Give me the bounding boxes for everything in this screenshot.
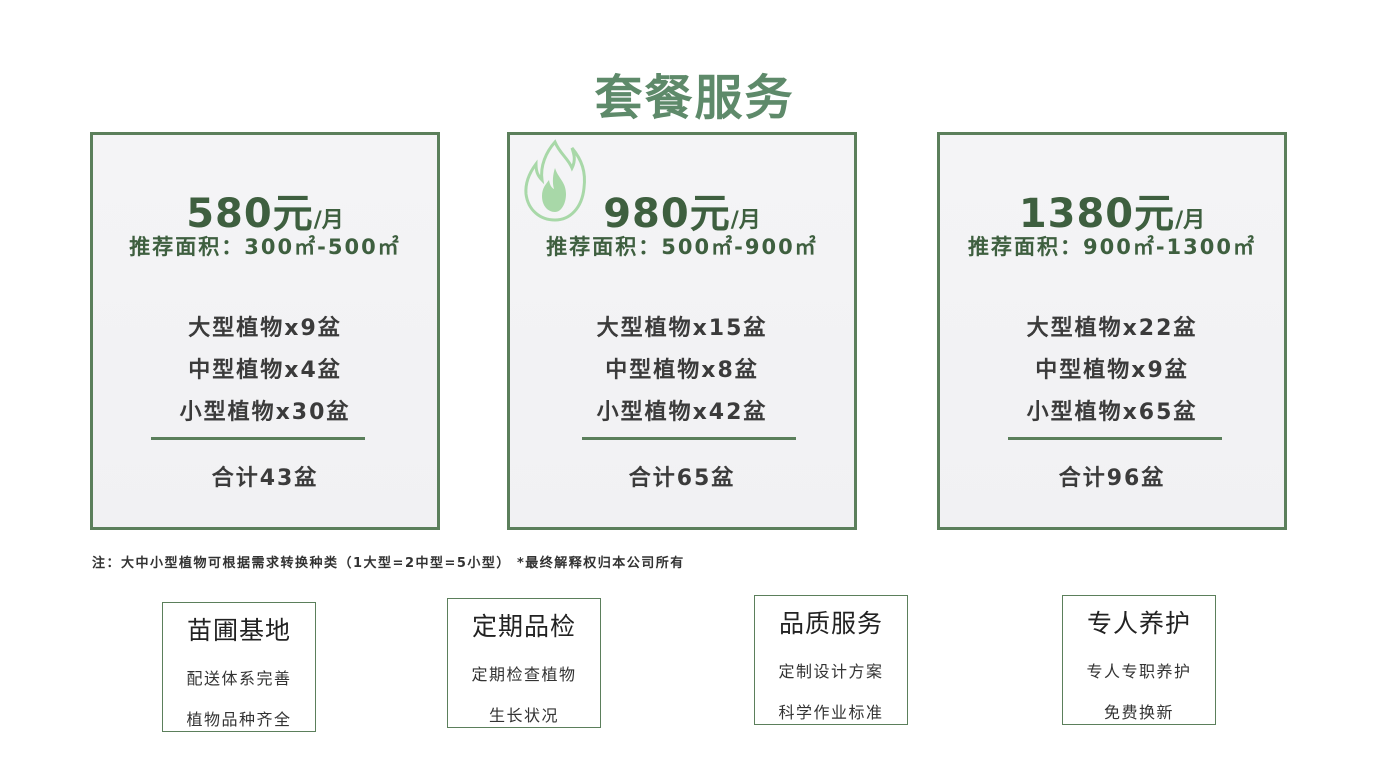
large-plants: 大型植物x22盆: [1026, 316, 1198, 341]
recommended-area: 推荐面积：300㎡-500㎡: [129, 235, 401, 259]
price-unit: /月: [1175, 208, 1206, 233]
feature-title: 定期品检: [471, 612, 576, 641]
plant-total: 合计43盆: [211, 466, 319, 491]
feature-quality-service: 品质服务 定制设计方案 科学作业标准: [754, 595, 908, 725]
feature-line: 科学作业标准: [778, 703, 884, 722]
plan-card-980[interactable]: 980元/月 推荐面积：500㎡-900㎡ 大型植物x15盆 中型植物x8盆 小…: [507, 132, 857, 530]
feature-line: 植物品种齐全: [186, 710, 292, 729]
price-unit: /月: [313, 208, 344, 233]
plant-total: 合计65盆: [628, 466, 736, 491]
small-plants: 小型植物x30盆: [179, 400, 351, 425]
medium-plants: 中型植物x4盆: [188, 358, 342, 383]
plan-card-1380[interactable]: 1380元/月 推荐面积：900㎡-1300㎡ 大型植物x22盆 中型植物x9盆…: [937, 132, 1287, 530]
page-title: 套餐服务: [594, 70, 795, 126]
plant-total: 合计96盆: [1058, 466, 1166, 491]
small-plants: 小型植物x65盆: [1026, 400, 1198, 425]
feature-nursery-base: 苗圃基地 配送体系完善 植物品种齐全: [162, 602, 316, 732]
feature-line: 定期检查植物: [471, 665, 577, 684]
feature-line: 免费换新: [1103, 703, 1174, 722]
feature-title: 专人养护: [1086, 609, 1191, 638]
plan-card-580[interactable]: 580元/月 推荐面积：300㎡-500㎡ 大型植物x9盆 中型植物x4盆 小型…: [90, 132, 440, 530]
feature-line: 生长状况: [488, 706, 559, 725]
feature-dedicated-care: 专人养护 专人专职养护 免费换新: [1062, 595, 1216, 725]
large-plants: 大型植物x15盆: [596, 316, 768, 341]
feature-regular-inspection: 定期品检 定期检查植物 生长状况: [447, 598, 601, 728]
feature-line: 专人专职养护: [1086, 662, 1192, 681]
medium-plants: 中型植物x8盆: [605, 358, 759, 383]
small-plants: 小型植物x42盆: [596, 400, 768, 425]
divider: [1008, 437, 1222, 440]
recommended-area: 推荐面积：500㎡-900㎡: [546, 235, 818, 259]
feature-line: 配送体系完善: [186, 669, 292, 688]
divider: [582, 437, 796, 440]
medium-plants: 中型植物x9盆: [1035, 358, 1189, 383]
feature-line: 定制设计方案: [778, 662, 884, 681]
large-plants: 大型植物x9盆: [188, 316, 342, 341]
footnote: 注：大中小型植物可根据需求转换种类（1大型=2中型=5小型） *最终解释权归本公…: [92, 556, 685, 571]
feature-title: 品质服务: [778, 609, 883, 638]
price-unit: /月: [730, 208, 761, 233]
divider: [151, 437, 365, 440]
recommended-area: 推荐面积：900㎡-1300㎡: [968, 235, 1256, 259]
feature-title: 苗圃基地: [186, 616, 291, 645]
